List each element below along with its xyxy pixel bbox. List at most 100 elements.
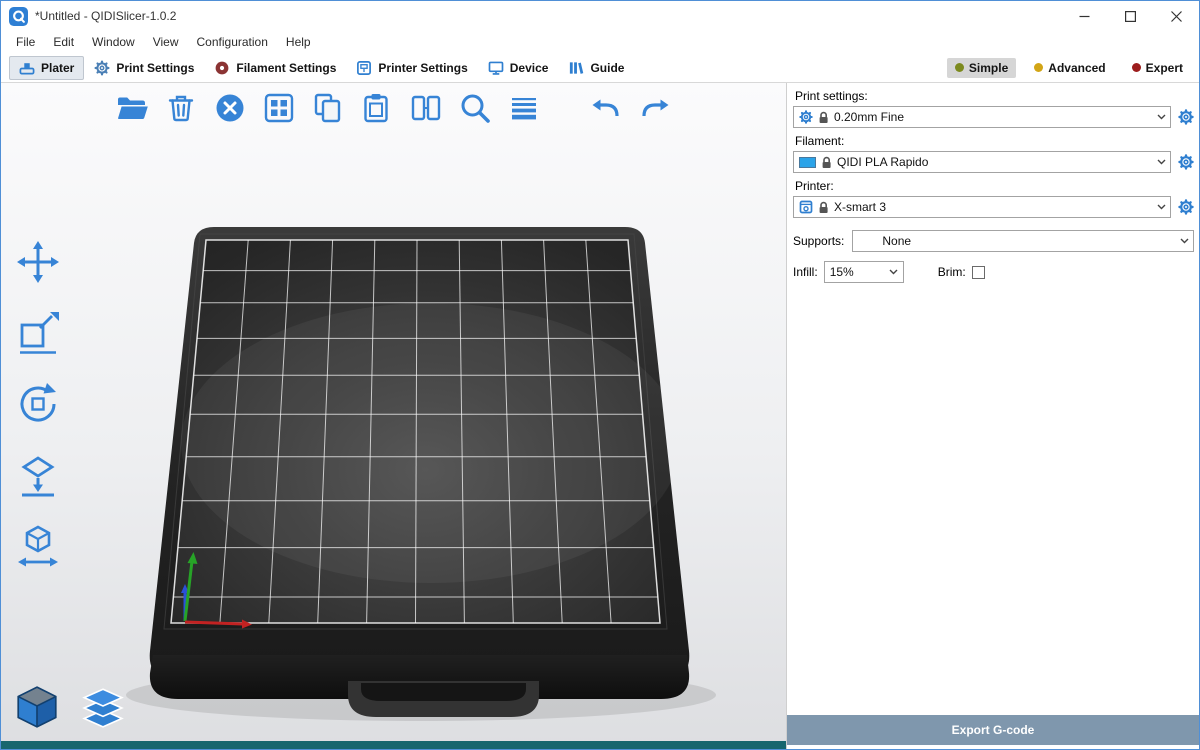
mode-simple[interactable]: Simple: [947, 58, 1016, 78]
gear-icon: [799, 110, 813, 124]
menubar: File Edit Window View Configuration Help: [1, 31, 1199, 53]
device-icon: [488, 60, 504, 76]
variable-layer-height-icon[interactable]: [505, 89, 543, 127]
mode-label: Advanced: [1048, 61, 1105, 75]
tabbar: Plater Print Settings Filament Settings: [1, 53, 1199, 83]
plater-icon: [19, 60, 35, 76]
scale-icon[interactable]: [9, 304, 67, 362]
delete-icon[interactable]: [162, 89, 200, 127]
filament-icon: [214, 60, 230, 76]
open-file-icon[interactable]: [113, 89, 151, 127]
search-icon[interactable]: [456, 89, 494, 127]
advanced-mode-dot-icon: [1034, 63, 1043, 72]
lock-icon: [818, 111, 829, 124]
printer-icon: [799, 200, 813, 214]
print-settings-gear-button[interactable]: [1177, 109, 1194, 126]
chevron-down-icon: [1152, 107, 1170, 127]
expert-mode-dot-icon: [1132, 63, 1141, 72]
mode-selector: Simple Advanced Expert: [947, 58, 1191, 78]
menu-configuration[interactable]: Configuration: [188, 33, 277, 51]
window-title: *Untitled - QIDISlicer-1.0.2: [35, 9, 176, 23]
chevron-down-icon: [1175, 231, 1193, 251]
tab-label: Guide: [590, 61, 624, 75]
infill-value: 15%: [830, 265, 854, 279]
tab-plater[interactable]: Plater: [9, 56, 84, 80]
printer-value: X-smart 3: [834, 200, 886, 214]
tab-print-settings[interactable]: Print Settings: [84, 56, 204, 80]
tab-label: Plater: [41, 61, 74, 75]
top-toolbar: [113, 89, 674, 127]
infill-combo[interactable]: 15%: [824, 261, 904, 283]
mode-advanced[interactable]: Advanced: [1026, 58, 1113, 78]
mode-label: Expert: [1146, 61, 1183, 75]
menu-file[interactable]: File: [7, 33, 44, 51]
minimize-button[interactable]: [1061, 1, 1107, 31]
filament-color-swatch: [799, 157, 816, 168]
menu-edit[interactable]: Edit: [44, 33, 83, 51]
close-button[interactable]: [1153, 1, 1199, 31]
move-icon[interactable]: [9, 233, 67, 291]
infill-label: Infill:: [793, 265, 818, 279]
preview-layers-icon[interactable]: [77, 681, 129, 733]
tab-label: Device: [510, 61, 549, 75]
filament-combo[interactable]: QIDI PLA Rapido: [793, 151, 1171, 173]
sidebar-spacer: [793, 283, 1195, 715]
mode-expert[interactable]: Expert: [1124, 58, 1191, 78]
simple-mode-dot-icon: [955, 63, 964, 72]
split-objects-icon[interactable]: [407, 89, 445, 127]
tab-device[interactable]: Device: [478, 56, 559, 80]
arrange-icon[interactable]: [260, 89, 298, 127]
measure-icon[interactable]: [9, 517, 67, 575]
tab-label: Filament Settings: [236, 61, 336, 75]
tab-label: Print Settings: [116, 61, 194, 75]
print-settings-combo[interactable]: 0.20mm Fine: [793, 106, 1171, 128]
menu-window[interactable]: Window: [83, 33, 144, 51]
chevron-down-icon: [1152, 152, 1170, 172]
filament-gear-button[interactable]: [1177, 154, 1194, 171]
brim-checkbox[interactable]: [972, 266, 985, 279]
redo-icon[interactable]: [636, 89, 674, 127]
printer-icon: [356, 60, 372, 76]
view-toggles: [11, 681, 129, 733]
menu-view[interactable]: View: [144, 33, 188, 51]
filament-label: Filament:: [795, 134, 1193, 148]
print-settings-value: 0.20mm Fine: [834, 110, 904, 124]
gear-icon: [94, 60, 110, 76]
copy-icon[interactable]: [309, 89, 347, 127]
printer-combo[interactable]: X-smart 3: [793, 196, 1171, 218]
tab-filament-settings[interactable]: Filament Settings: [204, 56, 346, 80]
3d-viewport[interactable]: [1, 83, 786, 749]
tab-printer-settings[interactable]: Printer Settings: [346, 56, 477, 80]
supports-value: None: [882, 234, 911, 248]
print-bed-render: [1, 83, 786, 749]
printer-label: Printer:: [795, 179, 1193, 193]
undo-icon[interactable]: [587, 89, 625, 127]
window-controls: [1061, 1, 1199, 31]
rotate-icon[interactable]: [9, 375, 67, 433]
lock-icon: [821, 156, 832, 169]
mode-label: Simple: [969, 61, 1008, 75]
app-logo-icon: [9, 7, 28, 26]
tab-guide[interactable]: Guide: [558, 56, 634, 80]
delete-all-icon[interactable]: [211, 89, 249, 127]
left-toolbar: [9, 233, 67, 575]
place-on-face-icon[interactable]: [9, 446, 67, 504]
menu-help[interactable]: Help: [277, 33, 320, 51]
maximize-button[interactable]: [1107, 1, 1153, 31]
export-gcode-button[interactable]: Export G-code: [787, 715, 1199, 745]
supports-label: Supports:: [793, 234, 844, 248]
app-window: *Untitled - QIDISlicer-1.0.2 File Edit W…: [0, 0, 1200, 750]
guide-icon: [568, 60, 584, 76]
brim-label: Brim:: [938, 265, 966, 279]
printer-gear-button[interactable]: [1177, 199, 1194, 216]
3d-editor-view-icon[interactable]: [11, 681, 63, 733]
viewport-bottom-strip: [1, 741, 786, 749]
tab-label: Printer Settings: [378, 61, 467, 75]
paste-icon[interactable]: [358, 89, 396, 127]
sidebar: Print settings: 0.20mm: [786, 83, 1199, 749]
lock-icon: [818, 201, 829, 214]
supports-combo[interactable]: None: [852, 230, 1194, 252]
chevron-down-icon: [1152, 197, 1170, 217]
filament-value: QIDI PLA Rapido: [837, 155, 928, 169]
print-settings-label: Print settings:: [795, 89, 1193, 103]
